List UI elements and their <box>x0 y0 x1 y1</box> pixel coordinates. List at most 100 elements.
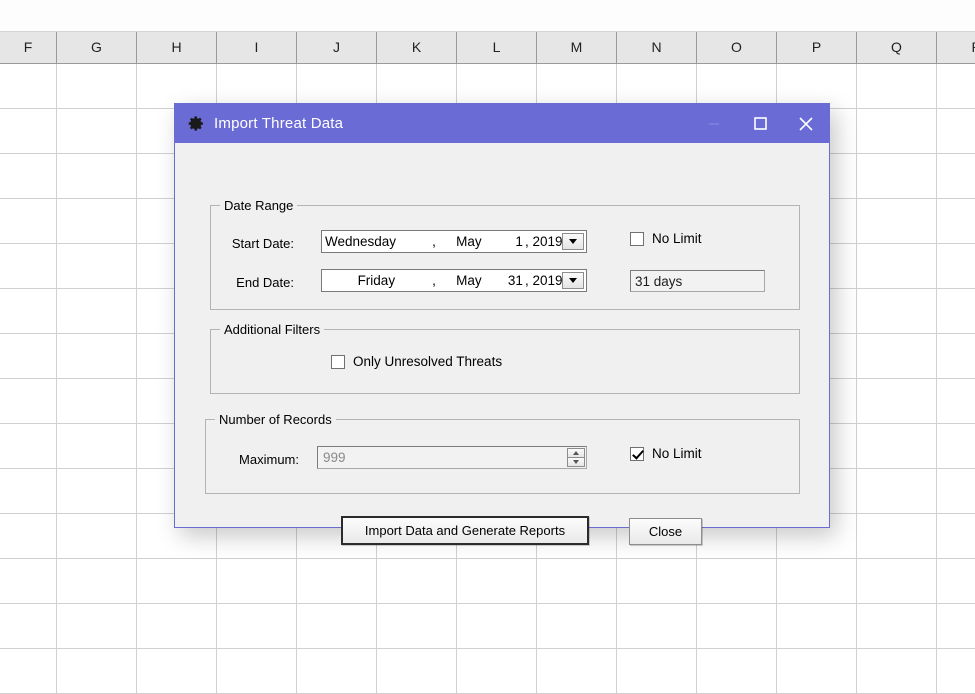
date-no-limit-checkbox[interactable]: No Limit <box>630 231 702 246</box>
stepper-arrows[interactable] <box>567 448 585 467</box>
column-header-o[interactable]: O <box>697 32 777 63</box>
grid-cell[interactable] <box>617 604 697 648</box>
checkbox-box[interactable] <box>630 446 644 461</box>
end-date-dropdown-button[interactable] <box>562 272 584 289</box>
import-threat-data-dialog[interactable]: Import Threat Data Date Range Start Date… <box>174 103 830 545</box>
grid-cell[interactable] <box>857 604 937 648</box>
records-no-limit-checkbox[interactable]: No Limit <box>630 446 702 461</box>
grid-cell[interactable] <box>857 244 937 288</box>
grid-cell[interactable] <box>937 604 975 648</box>
grid-cell[interactable] <box>0 649 57 693</box>
grid-cell[interactable] <box>537 649 617 693</box>
grid-cell[interactable] <box>457 604 537 648</box>
grid-cell[interactable] <box>377 604 457 648</box>
grid-cell[interactable] <box>857 514 937 558</box>
grid-cell[interactable] <box>537 604 617 648</box>
grid-cell[interactable] <box>777 559 857 603</box>
grid-cell[interactable] <box>217 604 297 648</box>
column-header-h[interactable]: H <box>137 32 217 63</box>
column-header-k[interactable]: K <box>377 32 457 63</box>
grid-cell[interactable] <box>857 154 937 198</box>
column-header-f[interactable]: F <box>0 32 57 63</box>
column-header-p[interactable]: P <box>777 32 857 63</box>
grid-cell[interactable] <box>57 199 137 243</box>
grid-cell[interactable] <box>937 469 975 513</box>
grid-cell[interactable] <box>937 154 975 198</box>
grid-cell[interactable] <box>0 109 57 153</box>
grid-cell[interactable] <box>697 604 777 648</box>
grid-cell[interactable] <box>377 559 457 603</box>
grid-cell[interactable] <box>857 469 937 513</box>
grid-cell[interactable] <box>777 604 857 648</box>
grid-cell[interactable] <box>537 64 617 108</box>
grid-cell[interactable] <box>0 559 57 603</box>
grid-cell[interactable] <box>697 559 777 603</box>
grid-cell[interactable] <box>857 379 937 423</box>
grid-cell[interactable] <box>377 649 457 693</box>
grid-cell[interactable] <box>937 64 975 108</box>
grid-cell[interactable] <box>937 289 975 333</box>
grid-cell[interactable] <box>57 469 137 513</box>
close-button[interactable] <box>783 104 829 143</box>
grid-cell[interactable] <box>937 559 975 603</box>
column-header-n[interactable]: N <box>617 32 697 63</box>
end-date-picker[interactable]: Friday, May 31, 2019 <box>321 269 587 292</box>
grid-cell[interactable] <box>857 649 937 693</box>
close-dialog-button[interactable]: Close <box>629 518 702 545</box>
grid-cell[interactable] <box>857 334 937 378</box>
grid-cell[interactable] <box>937 379 975 423</box>
start-date-dropdown-button[interactable] <box>562 233 584 250</box>
grid-cell[interactable] <box>857 424 937 468</box>
grid-cell[interactable] <box>57 559 137 603</box>
checkbox-box[interactable] <box>331 354 345 369</box>
grid-cell[interactable] <box>377 64 457 108</box>
checkbox-box[interactable] <box>630 231 644 246</box>
column-header-m[interactable]: M <box>537 32 617 63</box>
grid-cell[interactable] <box>0 289 57 333</box>
column-header-j[interactable]: J <box>297 32 377 63</box>
stepper-down-button[interactable] <box>567 457 585 467</box>
grid-row[interactable] <box>0 649 975 694</box>
stepper-up-button[interactable] <box>567 448 585 458</box>
grid-cell[interactable] <box>217 649 297 693</box>
grid-cell[interactable] <box>937 109 975 153</box>
grid-cell[interactable] <box>697 649 777 693</box>
grid-cell[interactable] <box>57 334 137 378</box>
grid-cell[interactable] <box>0 514 57 558</box>
grid-cell[interactable] <box>57 109 137 153</box>
grid-cell[interactable] <box>0 64 57 108</box>
grid-cell[interactable] <box>57 604 137 648</box>
grid-cell[interactable] <box>937 424 975 468</box>
grid-cell[interactable] <box>0 604 57 648</box>
grid-cell[interactable] <box>57 379 137 423</box>
window-controls[interactable] <box>691 104 829 143</box>
column-header-l[interactable]: L <box>457 32 537 63</box>
grid-cell[interactable] <box>137 64 217 108</box>
grid-cell[interactable] <box>0 379 57 423</box>
grid-cell[interactable] <box>937 649 975 693</box>
grid-cell[interactable] <box>57 289 137 333</box>
grid-cell[interactable] <box>297 604 377 648</box>
column-header-row[interactable]: FGHIJKLMNOPQR <box>0 32 975 64</box>
dialog-titlebar[interactable]: Import Threat Data <box>175 104 829 143</box>
grid-cell[interactable] <box>297 559 377 603</box>
grid-cell[interactable] <box>457 64 537 108</box>
maximize-button[interactable] <box>737 104 783 143</box>
grid-cell[interactable] <box>217 64 297 108</box>
grid-cell[interactable] <box>777 64 857 108</box>
grid-cell[interactable] <box>57 244 137 288</box>
grid-row[interactable] <box>0 604 975 649</box>
grid-cell[interactable] <box>57 514 137 558</box>
grid-cell[interactable] <box>0 469 57 513</box>
grid-cell[interactable] <box>137 649 217 693</box>
grid-cell[interactable] <box>0 244 57 288</box>
import-data-button[interactable]: Import Data and Generate Reports <box>341 516 589 545</box>
grid-cell[interactable] <box>57 154 137 198</box>
grid-cell[interactable] <box>217 559 297 603</box>
minimize-button[interactable] <box>691 104 737 143</box>
column-header-g[interactable]: G <box>57 32 137 63</box>
grid-cell[interactable] <box>617 649 697 693</box>
grid-cell[interactable] <box>457 559 537 603</box>
only-unresolved-threats-checkbox[interactable]: Only Unresolved Threats <box>331 354 502 369</box>
grid-cell[interactable] <box>137 559 217 603</box>
